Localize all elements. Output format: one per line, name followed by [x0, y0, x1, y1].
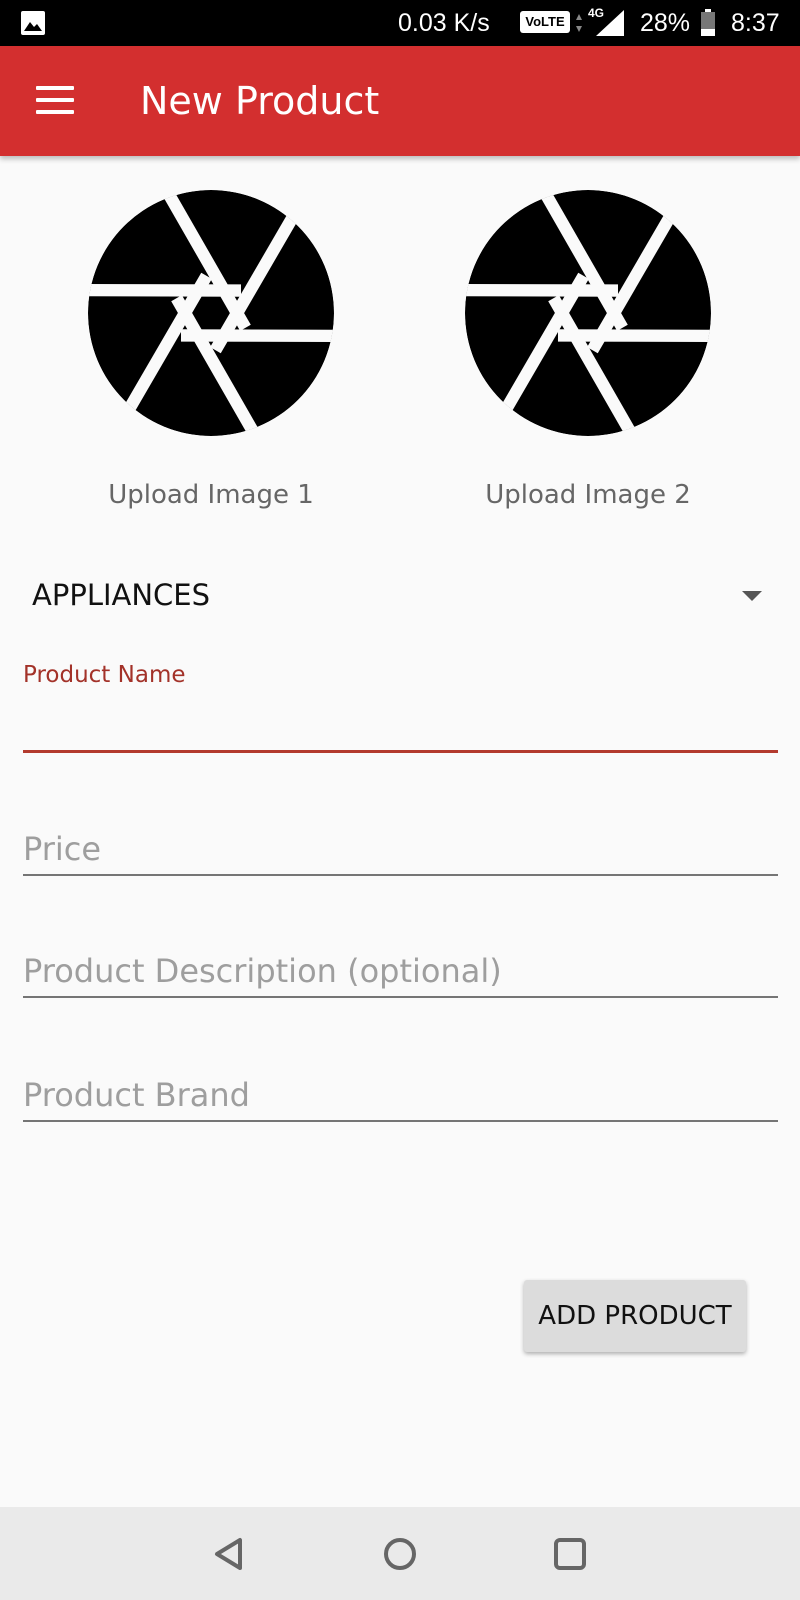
- app-screen: 0.03 K/s VoLTE 4G 28% 8:37 New Product U…: [0, 0, 800, 1600]
- signal-icon: [596, 10, 624, 36]
- product-name-field[interactable]: Product Name: [23, 662, 778, 754]
- chevron-down-icon: [742, 591, 762, 601]
- product-name-label: Product Name: [23, 662, 186, 688]
- upload-image-2-button[interactable]: Upload Image 2: [458, 190, 718, 510]
- hamburger-menu-icon[interactable]: [36, 86, 74, 116]
- brand-field[interactable]: [23, 1066, 778, 1126]
- home-icon[interactable]: [375, 1529, 425, 1579]
- upload-image-1-label: Upload Image 1: [108, 480, 314, 510]
- price-input[interactable]: [23, 826, 778, 872]
- gallery-icon: [21, 11, 45, 35]
- navigation-bar: [0, 1507, 800, 1600]
- price-field[interactable]: [23, 820, 778, 880]
- battery-percent: 28%: [640, 9, 691, 37]
- category-dropdown[interactable]: APPLIANCES: [30, 560, 770, 630]
- status-bar: 0.03 K/s VoLTE 4G 28% 8:37: [0, 0, 800, 46]
- brand-underline: [23, 1120, 778, 1122]
- network-speed: 0.03 K/s: [398, 9, 490, 37]
- clock: 8:37: [731, 9, 780, 37]
- app-bar: New Product: [0, 46, 800, 156]
- data-activity-icon: [576, 14, 582, 32]
- brand-input[interactable]: [23, 1072, 778, 1118]
- back-icon[interactable]: [205, 1529, 255, 1579]
- camera-aperture-icon: [88, 190, 334, 436]
- description-field[interactable]: [23, 942, 778, 1002]
- upload-image-2-label: Upload Image 2: [485, 480, 691, 510]
- product-name-input[interactable]: [23, 698, 778, 744]
- camera-aperture-icon: [465, 190, 711, 436]
- battery-icon: [701, 9, 715, 36]
- volte-badge: VoLTE: [520, 11, 570, 33]
- recents-icon[interactable]: [545, 1529, 595, 1579]
- page-title: New Product: [140, 79, 380, 123]
- price-underline: [23, 874, 778, 876]
- description-input[interactable]: [23, 948, 778, 994]
- add-product-button[interactable]: ADD PRODUCT: [524, 1280, 746, 1352]
- description-underline: [23, 996, 778, 998]
- upload-image-1-button[interactable]: Upload Image 1: [81, 190, 341, 510]
- category-selected-value: APPLIANCES: [32, 578, 211, 612]
- product-name-underline: [23, 750, 778, 753]
